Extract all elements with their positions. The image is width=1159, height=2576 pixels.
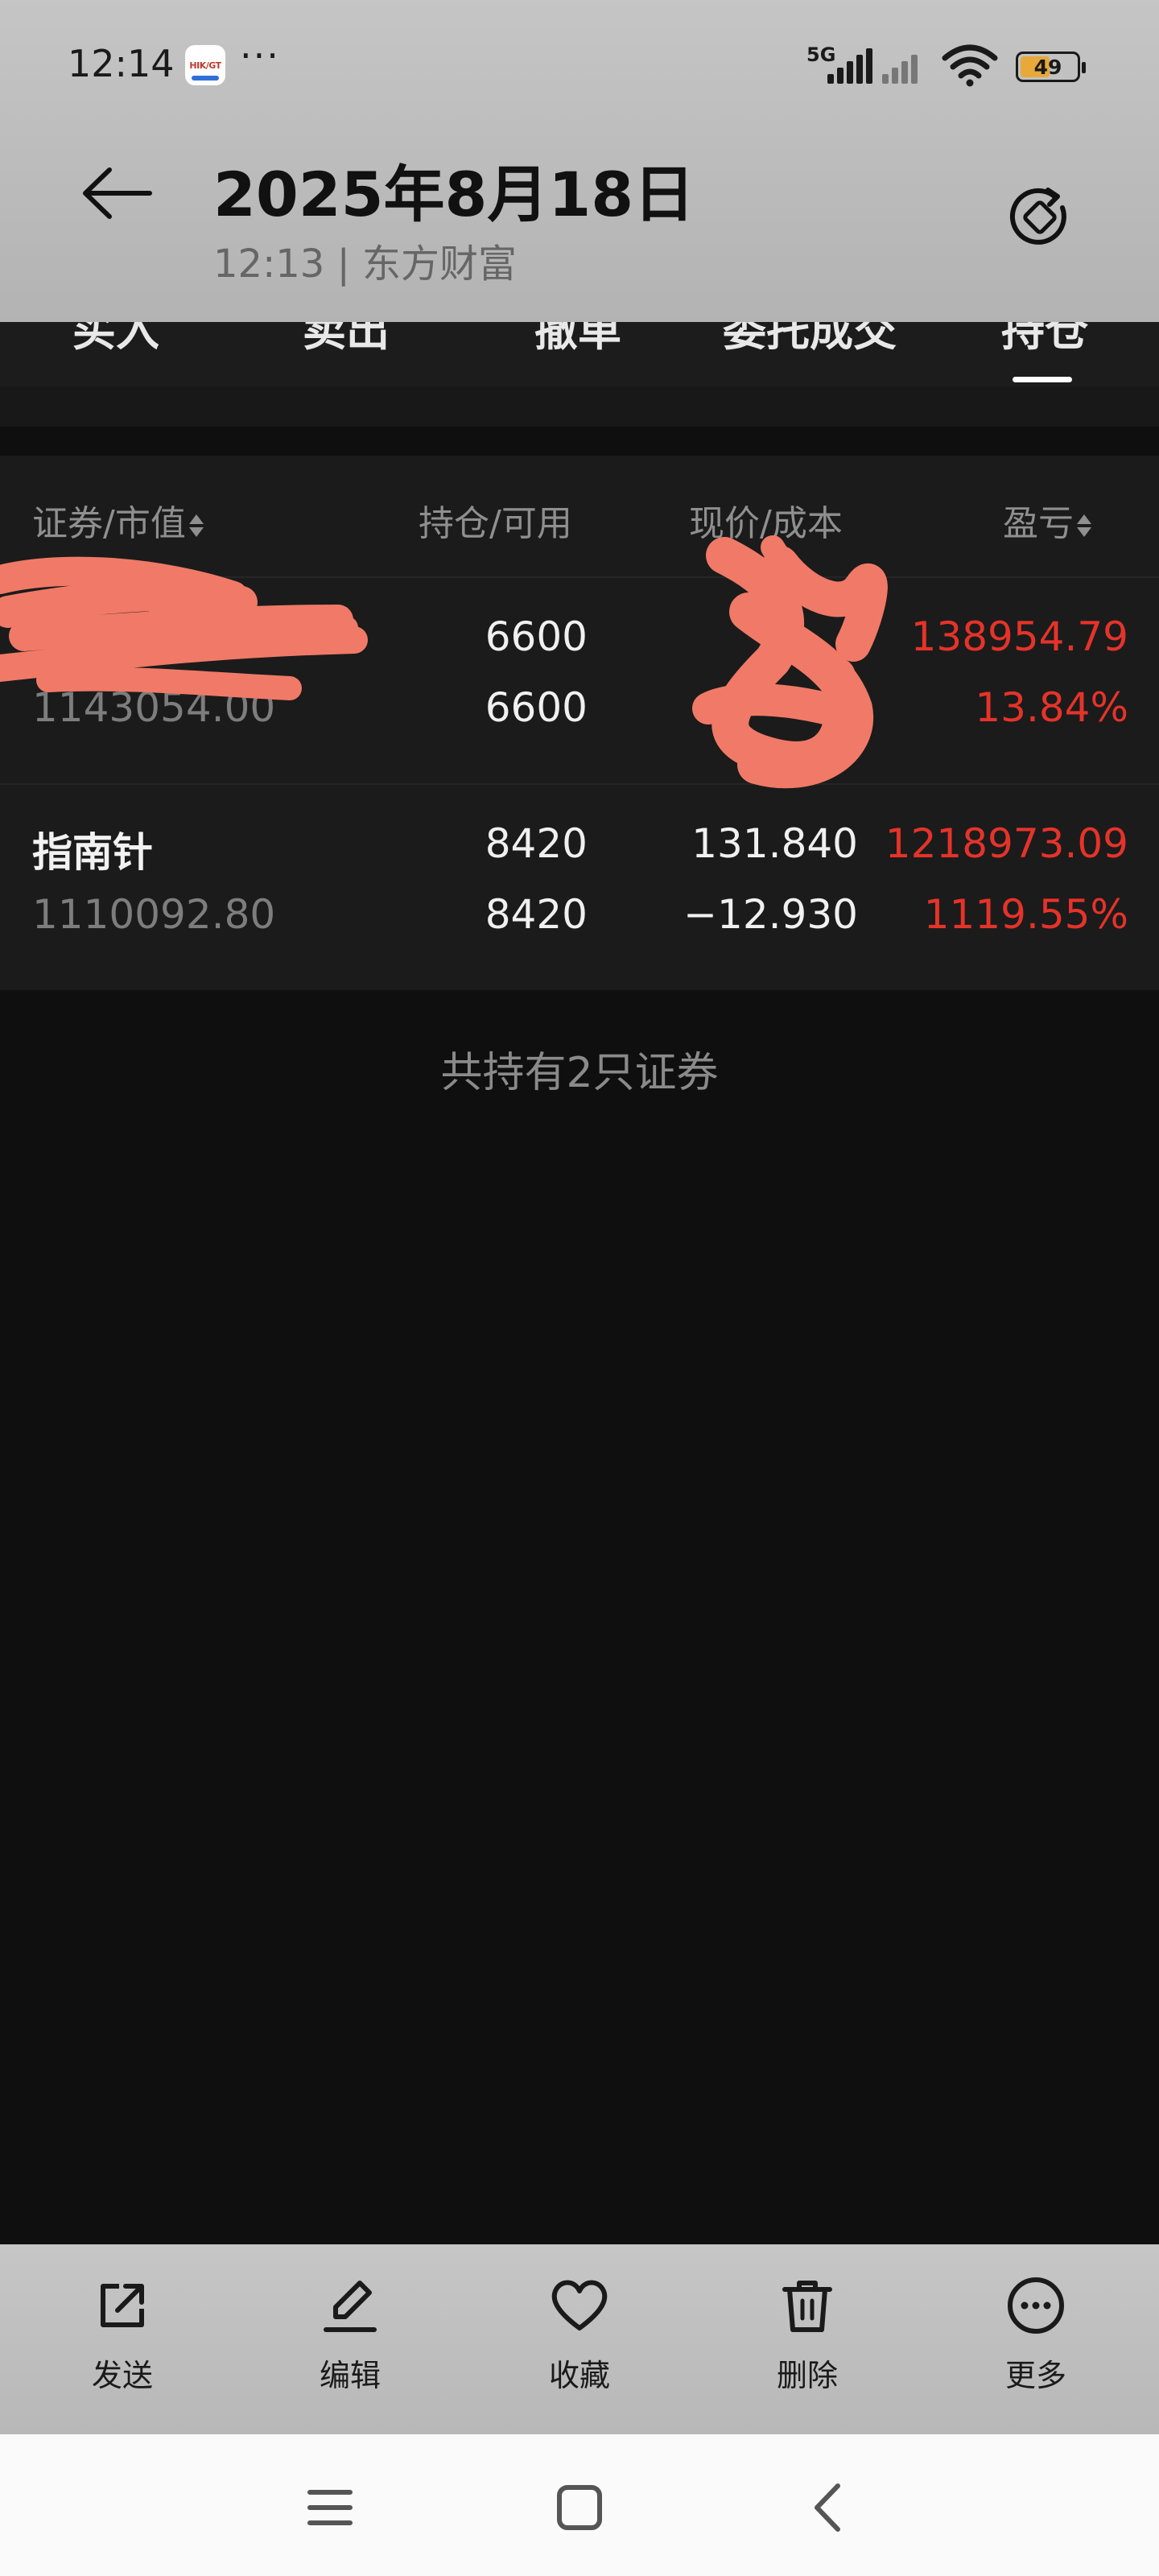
send-button[interactable]: 发送 (50, 2273, 195, 2395)
holdings-summary: 共持有2只证券 (440, 1049, 719, 1097)
tab-sell[interactable]: 卖出 (303, 322, 390, 358)
active-tab-indicator (1013, 377, 1072, 382)
profit-loss-pct: 13.84% (975, 684, 1128, 731)
tab-buy[interactable]: 买入 (72, 322, 159, 358)
recents-icon[interactable] (302, 2479, 358, 2536)
cost-price: −12.930 (683, 891, 858, 938)
position-qty: 8420 (485, 820, 588, 867)
home-icon[interactable] (551, 2479, 608, 2536)
share-icon (101, 2284, 144, 2327)
profit-loss-pct: 1119.55% (923, 891, 1128, 938)
heart-icon (551, 2280, 608, 2330)
sort-icon (1077, 514, 1091, 537)
more-button[interactable]: 更多 (963, 2273, 1108, 2395)
positions-table: 证券/市值 持仓/可用 现价/成本 盈亏 1143054.00 6600 660… (0, 456, 1159, 990)
viewer-header: 12:14 HIK/GT ··· 5G 49 2025年8月18日 12:13 … (0, 0, 1159, 322)
more-notifications-icon: ··· (240, 34, 280, 77)
header-security[interactable]: 证券/市值 (32, 494, 204, 546)
status-bar: 12:14 HIK/GT ··· 5G 49 (0, 0, 1159, 129)
broker-app-notification-icon: HIK/GT (185, 45, 225, 85)
sort-icon (188, 514, 204, 537)
market-value: 1110092.80 (32, 891, 276, 938)
header-price: 现价/成本 (689, 503, 843, 544)
wifi-icon (942, 44, 998, 87)
pencil-icon (324, 2281, 377, 2332)
market-value: 1143054.00 (32, 684, 276, 731)
trash-icon (782, 2281, 832, 2332)
back-icon[interactable] (801, 2479, 857, 2536)
available-qty: 8420 (485, 891, 588, 938)
table-header: 证券/市值 持仓/可用 现价/成本 盈亏 (0, 456, 1159, 576)
tab-cancel[interactable]: 撤单 (534, 322, 621, 358)
tab-divider (0, 386, 1159, 427)
current-price: 131.840 (691, 820, 858, 867)
trade-tabs: 买入 卖出 撤单 委托成交 持仓 (0, 322, 1159, 386)
page-title: 2025年8月18日 (213, 159, 695, 230)
favorite-button[interactable]: 收藏 (507, 2273, 652, 2395)
table-row[interactable]: 1143054.00 6600 6600 138954.79 13.84% (0, 578, 1159, 783)
back-arrow-icon[interactable] (80, 165, 153, 221)
page-subtitle: 12:13 | 东方财富 (213, 242, 518, 287)
gallery-action-bar: 发送 编辑 收藏 删除 更多 (0, 2244, 1159, 2434)
signal-weak-icon (882, 48, 918, 84)
security-name: 指南针 (32, 829, 153, 876)
table-row[interactable]: 指南针 1110092.80 8420 8420 131.840 −12.930… (0, 785, 1159, 990)
edit-button[interactable]: 编辑 (278, 2273, 423, 2395)
tab-positions[interactable]: 持仓 (1001, 322, 1088, 358)
available-qty: 6600 (485, 684, 588, 731)
profit-loss: 138954.79 (910, 613, 1128, 660)
clock: 12:14 (68, 42, 175, 85)
profit-loss: 1218973.09 (885, 820, 1128, 867)
header-position: 持仓/可用 (419, 503, 572, 544)
battery-icon: 49 (1016, 52, 1086, 82)
header-pnl[interactable]: 盈亏 (1003, 494, 1091, 546)
signal-icon (827, 48, 872, 84)
tab-orders[interactable]: 委托成交 (723, 322, 897, 358)
rotate-icon[interactable] (1006, 184, 1074, 251)
position-qty: 6600 (485, 613, 588, 660)
more-icon (1008, 2277, 1064, 2334)
system-nav-bar (0, 2434, 1159, 2576)
delete-button[interactable]: 删除 (735, 2273, 880, 2395)
